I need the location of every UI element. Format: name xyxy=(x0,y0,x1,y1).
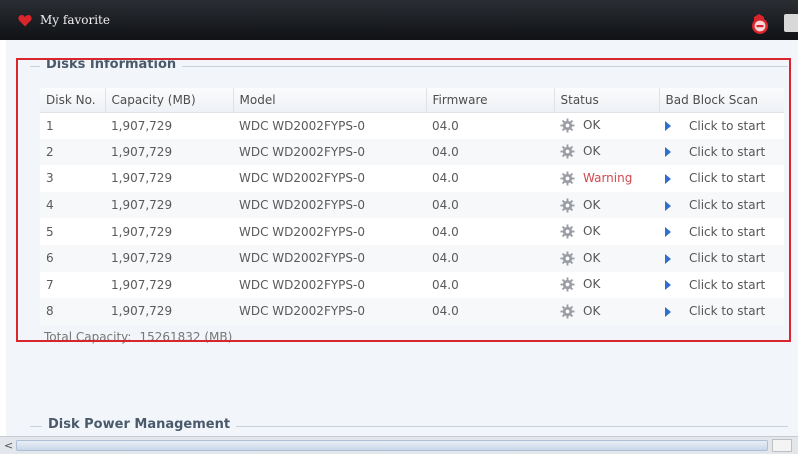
power-management-legend: Disk Power Management xyxy=(42,417,237,432)
logout-icon[interactable] xyxy=(748,13,770,35)
title-bar: My favorite xyxy=(0,0,798,40)
window-title: My favorite xyxy=(40,13,110,27)
horizontal-scrollbar[interactable]: < xyxy=(0,436,798,454)
window-edge-tab xyxy=(784,14,798,32)
highlight-box xyxy=(16,58,791,342)
scroll-right-button[interactable] xyxy=(772,439,792,452)
heart-icon xyxy=(18,15,32,27)
scrollbar-thumb[interactable] xyxy=(16,440,768,451)
scroll-left-icon[interactable]: < xyxy=(4,440,13,452)
